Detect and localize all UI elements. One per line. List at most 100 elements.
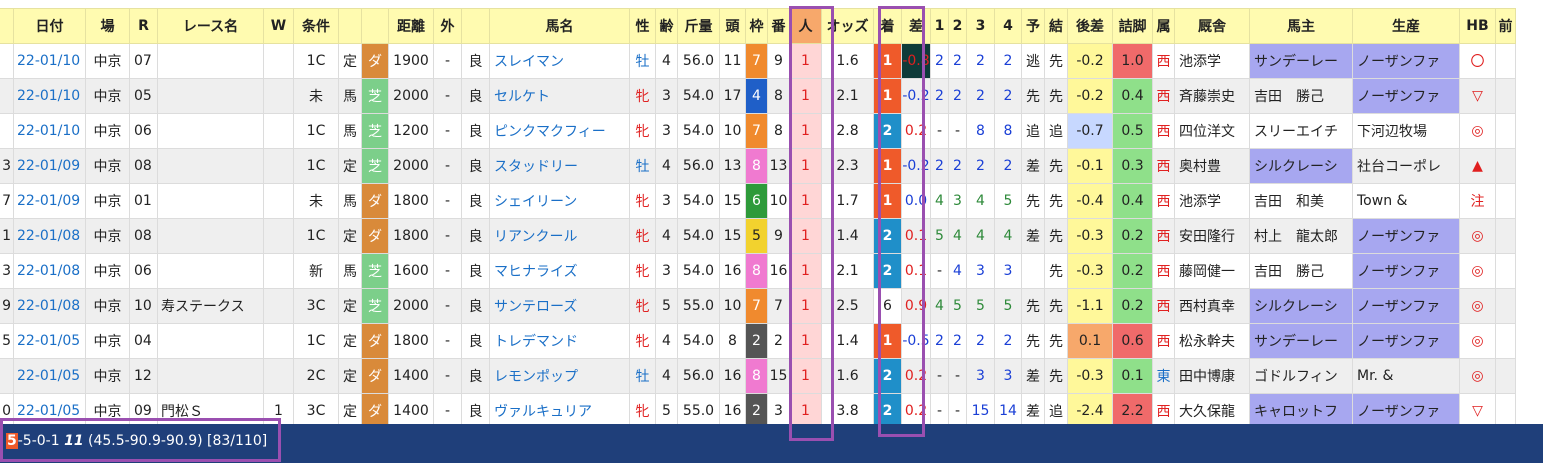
column-header[interactable]: レース名	[157, 8, 264, 44]
cell-race: 05	[129, 78, 158, 114]
table-row[interactable]: 5 22-01/05 中京 04 1C 定ダ 1800- 良トレデマンド牝 4 54.0 8 2 2 1 1…	[0, 323, 1516, 359]
column-header[interactable]: 予	[1021, 8, 1045, 44]
race-date-link[interactable]: 22-01/10	[13, 78, 86, 114]
table-row[interactable]: 1 22-01/08 中京 08 1C 定ダ 1800- 良リアンクール牝 4 54.0 15 5 9 1…	[0, 218, 1516, 254]
column-header[interactable]: オッズ	[821, 8, 874, 44]
cell-dist: 1800	[388, 183, 434, 219]
horse-name-link[interactable]: ピンクマクフィー	[489, 113, 630, 149]
table-row[interactable]: 22-01/10 中京 07 1C 定ダ 1900- 良スレイマン牡 4 56.0 11 7 9 1 1.…	[0, 43, 1516, 79]
finish-position: 2	[873, 218, 902, 254]
column-header[interactable]: 属	[1152, 8, 1175, 44]
surface-badge: 芝	[361, 113, 389, 149]
table-row[interactable]: 22-01/05 中京 12 2C 定ダ 1400- 良レモンポップ牡 4 56.0 16 8 15 1…	[0, 358, 1516, 394]
cell-overflow	[1495, 43, 1516, 79]
column-header[interactable]: 場	[85, 8, 130, 44]
race-date-link[interactable]: 22-01/08	[13, 288, 86, 324]
cell-c3: 8	[966, 113, 995, 149]
cell-heads: 16	[719, 358, 746, 394]
owner-name: サンデーレー	[1249, 43, 1353, 79]
column-header[interactable]	[0, 8, 14, 44]
column-header[interactable]: 条件	[293, 8, 339, 44]
trainer-name: 池添学	[1174, 43, 1250, 79]
table-row[interactable]: 9 22-01/08 中京 10 寿ステークス 3C 定芝 2000- 良サンテローズ牝 5 55.…	[0, 288, 1516, 324]
cell-pred: 先	[1021, 288, 1045, 324]
race-date-link[interactable]: 22-01/05	[13, 323, 86, 359]
table-row[interactable]: 3 22-01/09 中京 08 1C 定芝 2000- 良スタッドリー牡 4 56.0 13 8 13…	[0, 148, 1516, 184]
cell-c1: 2	[930, 323, 949, 359]
cell-sex: 牡	[629, 43, 656, 79]
surface-badge: 芝	[361, 78, 389, 114]
cell-outer: -	[433, 253, 462, 289]
cell-class: 1C	[293, 218, 339, 254]
column-header[interactable]: W	[263, 8, 294, 44]
finish-position: 2	[873, 253, 902, 289]
cell-race: 04	[129, 323, 158, 359]
cell-odds: 1.4	[821, 218, 874, 254]
column-header[interactable]: 着	[873, 8, 902, 44]
column-header[interactable]: 枠	[745, 8, 768, 44]
column-header[interactable]: 厩舎	[1174, 8, 1250, 44]
column-header[interactable]: HB	[1459, 8, 1496, 44]
horse-name-link[interactable]: シェイリーン	[489, 183, 630, 219]
race-date-link[interactable]: 22-01/08	[13, 253, 86, 289]
cell-c2: 2	[948, 148, 967, 184]
race-date-link[interactable]: 22-01/09	[13, 183, 86, 219]
column-header[interactable]: 1	[930, 8, 949, 44]
breeder-name: 下河辺牧場	[1352, 113, 1460, 149]
column-header[interactable]: 差	[901, 8, 931, 44]
horse-name-link[interactable]: レモンポップ	[489, 358, 630, 394]
hb-mark: ▲	[1459, 148, 1496, 184]
column-header[interactable]	[338, 8, 362, 44]
column-header[interactable]: 3	[966, 8, 995, 44]
column-header[interactable]: 外	[433, 8, 462, 44]
cell-c1: 2	[930, 43, 949, 79]
cell-cond1: 定	[338, 288, 362, 324]
race-date-link[interactable]: 22-01/08	[13, 218, 86, 254]
column-header[interactable]: 性	[629, 8, 656, 44]
cell-result: 先	[1044, 253, 1068, 289]
column-header[interactable]: 距離	[388, 8, 434, 44]
race-date-link[interactable]: 22-01/10	[13, 43, 86, 79]
table-row[interactable]: 3 22-01/08 中京 06 新馬芝 1600- 良マヒナライズ牝 3 54.0 16 8 16 1…	[0, 253, 1516, 289]
column-header[interactable]: 番	[767, 8, 790, 44]
column-header[interactable]: 頭	[719, 8, 746, 44]
column-header[interactable]: 馬主	[1249, 8, 1353, 44]
column-header[interactable]: 生産	[1352, 8, 1460, 44]
column-header[interactable]: 前	[1495, 8, 1516, 44]
column-header[interactable]	[361, 8, 389, 44]
race-date-link[interactable]: 22-01/05	[13, 358, 86, 394]
column-header[interactable]	[461, 8, 490, 44]
column-header[interactable]: 後差	[1067, 8, 1113, 44]
table-row[interactable]: 7 22-01/09 中京 01 未馬ダ 1800- 良シェイリーン牝 3 54.0 15 6 10 1…	[0, 183, 1516, 219]
column-header[interactable]: 馬名	[489, 8, 630, 44]
column-header[interactable]: 齢	[655, 8, 678, 44]
popularity-rank: 1	[789, 113, 822, 149]
cell-race: 12	[129, 358, 158, 394]
summary-stats: (45.5-90.9-90.9) [83/110]	[88, 433, 268, 449]
cell-c4: 4	[994, 218, 1022, 254]
column-header[interactable]: 人	[789, 8, 822, 44]
column-header[interactable]: 日付	[13, 8, 86, 44]
horse-name-link[interactable]: スタッドリー	[489, 148, 630, 184]
race-date-link[interactable]: 22-01/09	[13, 148, 86, 184]
horse-name-link[interactable]: マヒナライズ	[489, 253, 630, 289]
horse-name-link[interactable]: セルケト	[489, 78, 630, 114]
race-date-link[interactable]: 22-01/10	[13, 113, 86, 149]
popularity-rank: 1	[789, 78, 822, 114]
cell-weight: 54.0	[677, 183, 720, 219]
horse-name-link[interactable]: リアンクール	[489, 218, 630, 254]
table-row[interactable]: 22-01/10 中京 06 1C 馬芝 1200- 良ピンクマクフィー牝 3 54.0 10 7 8…	[0, 113, 1516, 149]
column-header[interactable]: 4	[994, 8, 1022, 44]
surface-badge: ダ	[361, 218, 389, 254]
horse-name-link[interactable]: トレデマンド	[489, 323, 630, 359]
column-header[interactable]: 2	[948, 8, 967, 44]
cell-result: 先	[1044, 148, 1068, 184]
column-header[interactable]: 結	[1044, 8, 1068, 44]
column-header[interactable]: 斤量	[677, 8, 720, 44]
horse-name-link[interactable]: サンテローズ	[489, 288, 630, 324]
table-row[interactable]: 22-01/10 中京 05 未馬芝 2000- 良セルケト牝 3 54.0 17 4 8 1 2.1 1…	[0, 78, 1516, 114]
column-header[interactable]: 詰脚	[1112, 8, 1153, 44]
column-header[interactable]: R	[129, 8, 158, 44]
horse-name-link[interactable]: スレイマン	[489, 43, 630, 79]
breeder-name: ノーザンファ	[1352, 323, 1460, 359]
